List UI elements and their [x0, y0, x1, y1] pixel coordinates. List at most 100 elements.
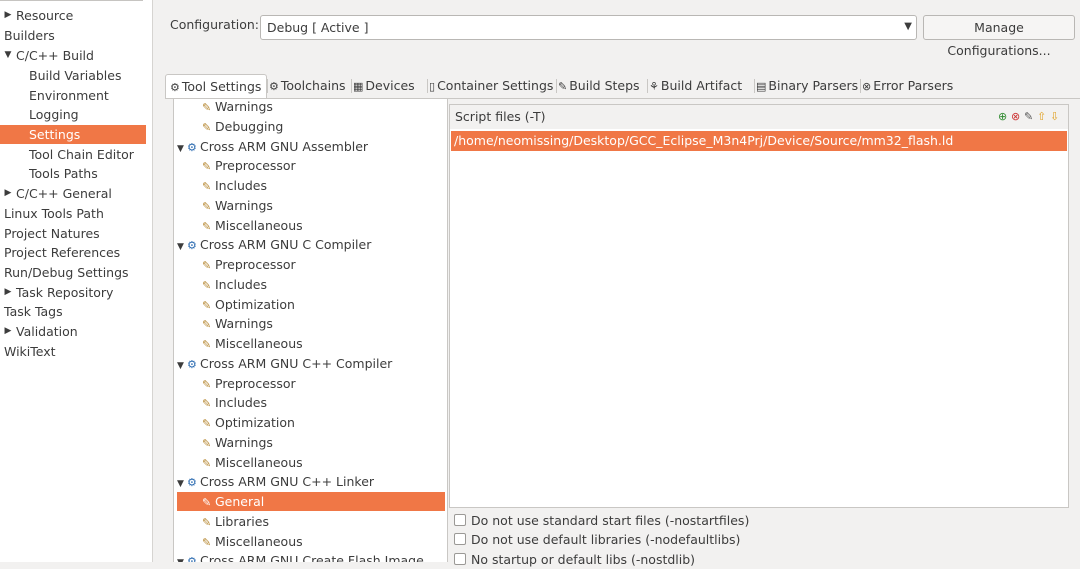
expanded-arrow-icon[interactable]: ▼ — [3, 46, 13, 65]
option-label: Do not use standard start files (-nostar… — [471, 513, 750, 528]
tool-gear-icon: ⚙ — [187, 358, 197, 371]
nav-item[interactable]: Task Tags — [0, 302, 146, 321]
tab-container-settings[interactable]: ▯ Container Settings — [429, 74, 556, 98]
tool-gear-icon: ⚙ — [187, 239, 197, 252]
tab-binary-parsers[interactable]: ▤ Binary Parsers — [756, 74, 860, 98]
tool-option-item[interactable]: ✎ Warnings — [177, 433, 445, 452]
nav-item[interactable]: Logging — [0, 105, 146, 124]
tree-item-label: Miscellaneous — [215, 534, 303, 549]
nav-item[interactable]: Project Natures — [0, 224, 146, 243]
toolchains-icon: ⚙ — [269, 80, 279, 93]
dropdown-arrow-icon[interactable]: ▼ — [904, 21, 912, 32]
edit-file-icon[interactable]: ✎ — [1024, 110, 1036, 123]
expanded-arrow-icon[interactable]: ▼ — [177, 554, 187, 562]
tab-tool-settings[interactable]: ⚙ Tool Settings — [165, 74, 267, 98]
delete-file-icon[interactable]: ⊗ — [1011, 110, 1023, 123]
option-checkbox[interactable] — [454, 533, 466, 545]
tool-tree-node[interactable]: ▼⚙Cross ARM GNU Create Flash Image — [177, 551, 445, 562]
nav-item[interactable]: Linux Tools Path — [0, 204, 146, 223]
option-page-icon: ✎ — [202, 101, 212, 114]
nav-item[interactable]: ▶ Validation — [0, 322, 146, 341]
tool-option-item[interactable]: ✎ Preprocessor — [177, 255, 445, 274]
option-page-icon: ✎ — [202, 220, 212, 233]
tool-option-item[interactable]: ✎ Preprocessor — [177, 156, 445, 175]
collapsed-arrow-icon[interactable]: ▶ — [3, 6, 13, 25]
linker-option-row[interactable]: Do not use default libraries (-nodefault… — [454, 531, 740, 549]
tool-option-item[interactable]: ✎ Miscellaneous — [177, 453, 445, 472]
tree-item-label: Includes — [215, 178, 268, 193]
nav-item[interactable]: Run/Debug Settings — [0, 263, 146, 282]
option-page-icon: ✎ — [202, 338, 212, 351]
tab-separator — [647, 79, 648, 93]
tree-item-label: Cross ARM GNU C++ Linker — [200, 474, 375, 489]
collapsed-arrow-icon[interactable]: ▶ — [3, 184, 13, 203]
tool-option-item[interactable]: ✎ Warnings — [177, 196, 445, 215]
tool-option-item[interactable]: ✎ Optimization — [177, 413, 445, 432]
option-page-icon: ✎ — [202, 200, 212, 213]
move-down-icon[interactable]: ⇩ — [1050, 110, 1062, 123]
tool-tree-node[interactable]: ▼ ⚙ Cross ARM GNU Assembler — [177, 137, 445, 156]
nav-item[interactable]: Build Variables — [0, 66, 146, 85]
tool-tree-node[interactable]: ▼ ⚙ Cross ARM GNU C++ Linker — [177, 472, 445, 491]
nav-item[interactable]: Project References — [0, 243, 146, 262]
tool-tree-node[interactable]: ▼ ⚙ Cross ARM GNU C Compiler — [177, 235, 445, 254]
tool-settings-tree: ✎ Warnings ✎ Debugging ▼ ⚙ Cross ARM GNU Assem… — [173, 99, 448, 562]
nav-item-label: Linux Tools Path — [4, 206, 104, 221]
tool-option-item[interactable]: ✎ Includes — [177, 275, 445, 294]
collapsed-arrow-icon[interactable]: ▶ — [3, 283, 13, 302]
manage-configurations-button[interactable]: Manage Configurations... — [923, 15, 1075, 58]
option-checkbox[interactable] — [454, 514, 466, 526]
tool-option-item[interactable]: ✎ Warnings — [177, 99, 445, 116]
nav-item[interactable]: ▶ C/C++ General — [0, 184, 146, 203]
tool-option-item[interactable]: ✎ Miscellaneous — [177, 334, 445, 353]
nav-item[interactable]: ▼ C/C++ Build — [0, 46, 146, 65]
tool-option-item[interactable]: ✎ Libraries — [177, 512, 445, 531]
tool-option-item[interactable]: ✎ Optimization — [177, 295, 445, 314]
tree-item-label: Miscellaneous — [215, 455, 303, 470]
nav-item[interactable]: WikiText — [0, 342, 146, 361]
tool-option-item[interactable]: ✎ Includes — [177, 393, 445, 412]
nav-item[interactable]: Settings — [0, 125, 146, 144]
linker-option-row[interactable]: No startup or default libs (-nostdlib) — [454, 551, 695, 569]
tab-toolchains[interactable]: ⚙ Toolchains — [269, 74, 351, 98]
tab-error-parsers[interactable]: ⊗ Error Parsers — [862, 74, 958, 98]
option-page-icon: ✎ — [202, 279, 212, 292]
add-file-icon[interactable]: ⊕ — [998, 110, 1010, 123]
tree-item-label: Warnings — [215, 435, 273, 450]
tree-item-label: Miscellaneous — [215, 218, 303, 233]
nav-item-label: Resource — [16, 8, 74, 23]
build-steps-icon: ✎ — [558, 80, 568, 93]
linker-option-row[interactable]: Do not use standard start files (-nostar… — [454, 512, 749, 530]
nav-item[interactable]: ▶ Resource — [0, 6, 146, 25]
option-page-icon: ✎ — [202, 496, 212, 509]
nav-item[interactable]: ▶ Task Repository — [0, 283, 146, 302]
collapsed-arrow-icon[interactable]: ▶ — [3, 322, 13, 341]
move-up-icon[interactable]: ⇧ — [1037, 110, 1049, 123]
tool-option-item[interactable]: ✎ Miscellaneous — [177, 532, 445, 551]
nav-item-label: Build Variables — [29, 68, 122, 83]
tool-option-item[interactable]: ✎ Warnings — [177, 314, 445, 333]
configuration-value: Debug [ Active ] — [267, 20, 369, 35]
tool-option-item[interactable]: ✎ Includes — [177, 176, 445, 195]
nav-item[interactable]: Builders — [0, 26, 146, 45]
container-icon: ▯ — [429, 80, 436, 93]
tree-item-label: Libraries — [215, 514, 269, 529]
tool-option-item[interactable]: ✎ General — [177, 492, 445, 511]
tool-option-item[interactable]: ✎ Preprocessor — [177, 374, 445, 393]
tool-tree-node[interactable]: ▼ ⚙ Cross ARM GNU C++ Compiler — [177, 354, 445, 373]
tool-option-item[interactable]: ✎ Debugging — [177, 117, 445, 136]
configuration-select[interactable]: Debug [ Active ] ▼ — [260, 15, 917, 40]
script-files-label: Script files (-T) — [455, 109, 546, 124]
tab-build-artifact[interactable]: ⚘ Build Artifact — [649, 74, 754, 98]
tool-option-item[interactable]: ✎ Miscellaneous — [177, 216, 445, 235]
configuration-label: Configuration: — [170, 17, 259, 32]
tab-build-steps[interactable]: ✎ Build Steps — [558, 74, 647, 98]
option-page-icon: ✎ — [202, 516, 212, 529]
option-checkbox[interactable] — [454, 553, 466, 565]
nav-item[interactable]: Environment — [0, 86, 146, 105]
nav-item[interactable]: Tool Chain Editor — [0, 145, 146, 164]
tab-label: Binary Parsers — [768, 78, 859, 93]
nav-item[interactable]: Tools Paths — [0, 164, 146, 183]
tab-devices[interactable]: ▦ Devices — [353, 74, 427, 98]
script-file-entry[interactable]: /home/neomissing/Desktop/GCC_Eclipse_M3n… — [451, 131, 1067, 151]
